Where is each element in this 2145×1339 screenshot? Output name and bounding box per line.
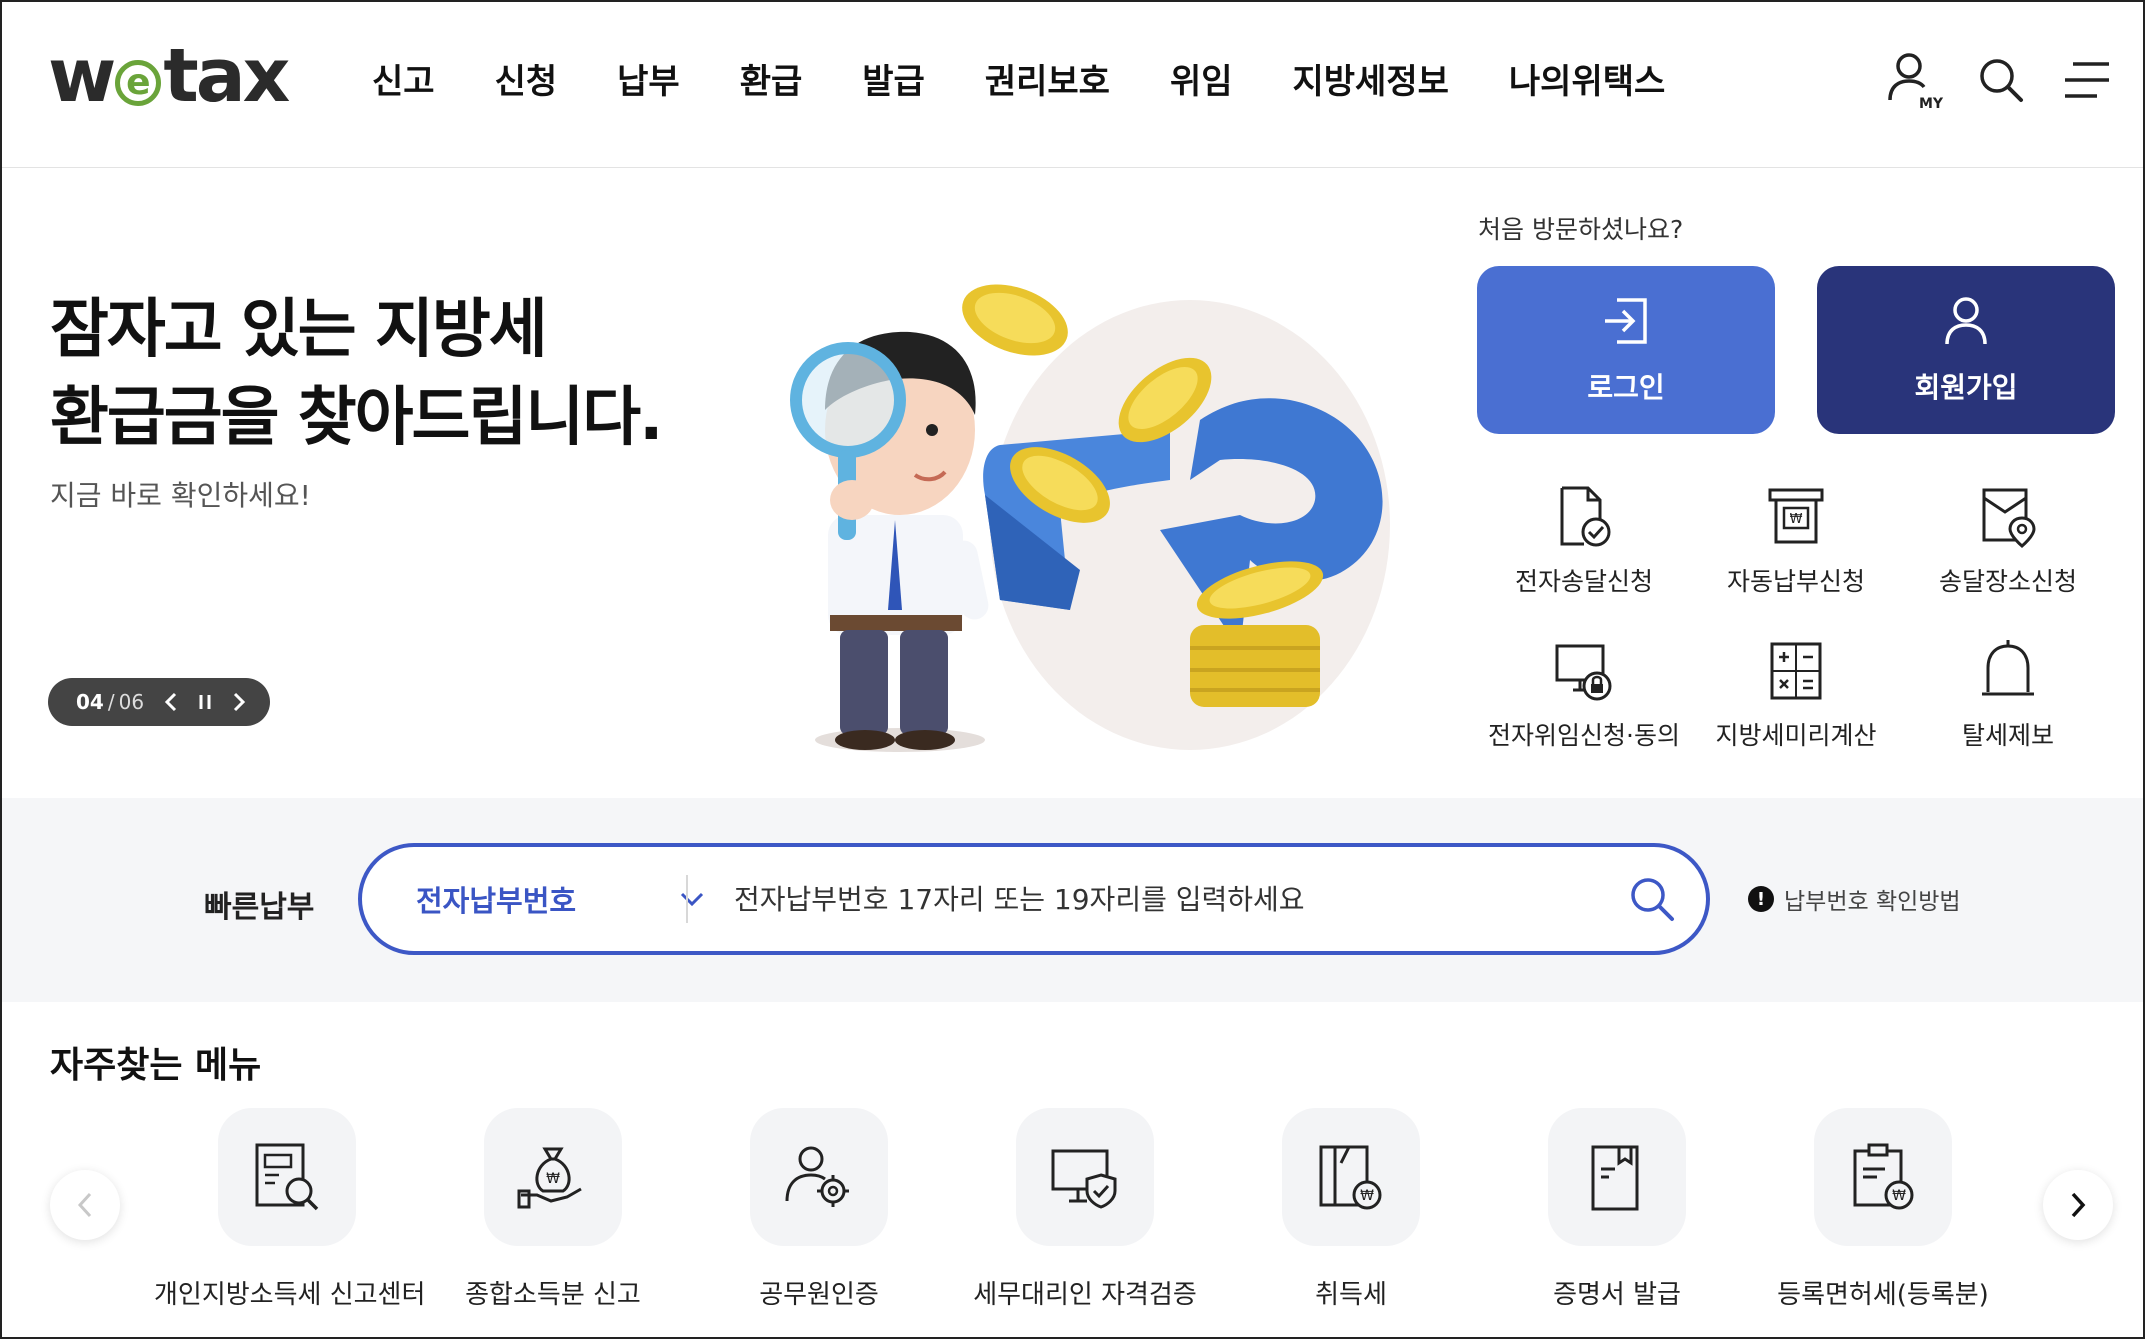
nav-rights[interactable]: 권리보호 [985, 56, 1110, 108]
login-icon [1601, 294, 1651, 352]
slide-current: 04 [76, 690, 104, 714]
slide-total: 06 [118, 690, 145, 714]
hero-title-line-2: 환급금을 찾아드립니다. [50, 381, 663, 455]
official-gear-icon [750, 1108, 888, 1246]
hero-title-line-1: 잠자고 있는 지방세 [50, 293, 548, 367]
quick-e-delivery[interactable]: 전자송달신청 [1484, 482, 1684, 598]
my-badge: MY [1919, 96, 1944, 112]
chevron-down-icon [678, 885, 706, 917]
payment-type-select[interactable]: 전자납부번호 [416, 847, 706, 951]
freq-item-label: 세무대리인 자격검증 [973, 1280, 1197, 1310]
search-icon[interactable] [1971, 48, 2031, 112]
freq-item-label: 종합소득분 신고 [465, 1280, 641, 1310]
join-button[interactable]: 회원가입 [1817, 266, 2115, 434]
info-icon: ! [1748, 886, 1774, 912]
fast-pay-label: 빠른납부 [204, 890, 315, 925]
freq-item-agent-verify[interactable]: 세무대리인 자격검증 [952, 1108, 1218, 1311]
join-label: 회원가입 [1914, 371, 2018, 404]
my-page-icon[interactable]: MY [1885, 48, 1945, 112]
location-doc-icon [1973, 482, 2043, 552]
refund-illustration [770, 270, 1410, 760]
nav-pay[interactable]: 납부 [617, 56, 680, 108]
freq-item-label: 등록면허세(등록분) [1777, 1280, 1989, 1310]
freq-item-personal-income[interactable]: 개인지방소득세 신고센터 [154, 1108, 426, 1311]
header-icons: MY [1859, 48, 2117, 112]
payment-type-value: 전자납부번호 [416, 884, 577, 918]
slide-controls: 04 / 06 [48, 678, 270, 726]
freq-item-global-income[interactable]: ₩ 종합소득분 신고 [420, 1108, 686, 1311]
nav-delegation[interactable]: 위임 [1170, 56, 1233, 108]
slide-separator: / [107, 690, 115, 714]
search-submit-icon[interactable] [1624, 871, 1680, 927]
calculator-icon [1761, 636, 1831, 706]
site-header: w e tax 신고 신청 납부 환급 발급 권리보호 위임 지방세정보 나의위택스… [0, 0, 2145, 168]
quick-tax-evasion-report[interactable]: 탈세제보 [1908, 636, 2108, 752]
slide-next-button[interactable] [222, 682, 256, 722]
logo-suffix: tax [163, 33, 290, 119]
svg-text:₩: ₩ [1790, 512, 1803, 527]
payment-number-input[interactable] [734, 847, 1594, 951]
nav-local-tax-info[interactable]: 지방세정보 [1293, 56, 1449, 108]
carousel-prev-button[interactable] [50, 1170, 120, 1240]
login-button[interactable]: 로그인 [1477, 266, 1775, 434]
svg-text:₩: ₩ [1892, 1188, 1906, 1204]
nav-my-wetax[interactable]: 나의위택스 [1509, 56, 1665, 108]
howto-label: 납부번호 확인방법 [1784, 889, 1961, 915]
certificate-icon [1548, 1108, 1686, 1246]
slide-prev-button[interactable] [154, 682, 188, 722]
quick-label: 지방세미리계산 [1715, 721, 1877, 750]
first-visit-text: 처음 방문하셨나요? [1478, 215, 1684, 244]
nav-apply[interactable]: 신청 [495, 56, 558, 108]
logo-prefix: w [48, 33, 116, 119]
user-icon [1941, 294, 1991, 352]
carousel-next-button[interactable] [2043, 1170, 2113, 1240]
svg-text:₩: ₩ [1360, 1188, 1374, 1204]
monitor-lock-icon [1549, 636, 1619, 706]
clipboard-won-icon: ₩ [1814, 1108, 1952, 1246]
quick-label: 탈세제보 [1961, 721, 2054, 750]
freq-item-label: 공무원인증 [759, 1280, 879, 1310]
freq-item-label: 개인지방소득세 신고센터 [154, 1280, 426, 1310]
quick-label: 전자송달신청 [1514, 567, 1653, 596]
fast-pay-searchbar: 전자납부번호 [358, 843, 1710, 955]
slide-pause-button[interactable] [188, 682, 222, 722]
quick-e-delegation[interactable]: 전자위임신청·동의 [1484, 636, 1684, 752]
bell-icon [1973, 636, 2043, 706]
hero-title: 잠자고 있는 지방세 환급금을 찾아드립니다. [50, 286, 663, 462]
building-won-icon: ₩ [1282, 1108, 1420, 1246]
freq-item-label: 취득세 [1315, 1280, 1387, 1310]
auto-pay-icon: ₩ [1761, 482, 1831, 552]
hero-subtitle: 지금 바로 확인하세요! [50, 479, 311, 512]
freq-item-registration-tax[interactable]: ₩ 등록면허세(등록분) [1750, 1108, 2016, 1311]
nav-issue[interactable]: 발급 [862, 56, 925, 108]
freq-item-label: 증명서 발급 [1553, 1280, 1681, 1310]
payment-number-howto-link[interactable]: ! 납부번호 확인방법 [1748, 882, 1961, 916]
freq-item-acquisition-tax[interactable]: ₩ 취득세 [1218, 1108, 1484, 1311]
frequent-menu-title: 자주찾는 메뉴 [50, 1045, 262, 1086]
quick-label: 자동납부신청 [1726, 567, 1865, 596]
svg-text:₩: ₩ [546, 1171, 560, 1187]
quick-label: 송달장소신청 [1938, 567, 2077, 596]
freq-item-certificate[interactable]: 증명서 발급 [1484, 1108, 1750, 1311]
quick-auto-pay[interactable]: ₩ 자동납부신청 [1696, 482, 1896, 598]
document-check-icon [1549, 482, 1619, 552]
select-divider [686, 875, 688, 923]
menu-icon[interactable] [2057, 48, 2117, 112]
quick-label: 전자위임신청·동의 [1488, 721, 1680, 750]
main-nav: 신고 신청 납부 환급 발급 권리보호 위임 지방세정보 나의위택스 [372, 56, 1725, 108]
money-bag-hand-icon: ₩ [484, 1108, 622, 1246]
nav-refund[interactable]: 환급 [740, 56, 803, 108]
logo-e-mark: e [115, 60, 162, 106]
quick-tax-calc[interactable]: 지방세미리계산 [1696, 636, 1896, 752]
nav-report[interactable]: 신고 [372, 56, 435, 108]
freq-item-official-cert[interactable]: 공무원인증 [686, 1108, 952, 1311]
report-search-icon [218, 1108, 356, 1246]
monitor-shield-icon [1016, 1108, 1154, 1246]
quick-delivery-place[interactable]: 송달장소신청 [1908, 482, 2108, 598]
login-label: 로그인 [1587, 371, 1665, 404]
wetax-logo[interactable]: w e tax [48, 33, 290, 119]
